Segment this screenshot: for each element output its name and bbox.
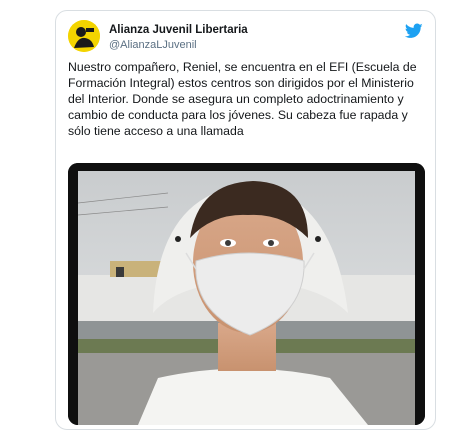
display-name[interactable]: Alianza Juvenil Libertaria [109,24,248,36]
twitter-bird-icon[interactable] [405,23,423,39]
avatar-logo [68,20,100,52]
user-handle[interactable]: @AlianzaLJuvenil [109,39,197,51]
tweet-photo[interactable] [68,163,425,425]
avatar[interactable] [68,20,100,52]
photo-illustration [68,163,425,425]
tweet-text: Nuestro compañero, Reniel, se encuentra … [68,60,417,138]
tweet-card: Alianza Juvenil Libertaria @AlianzaLJuve… [55,10,436,430]
